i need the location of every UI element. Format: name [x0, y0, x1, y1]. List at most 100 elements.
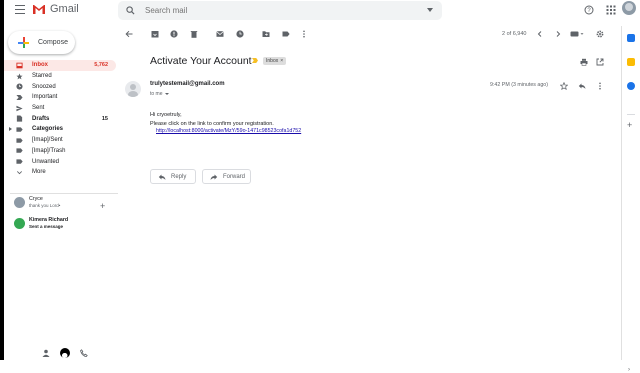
avatar — [14, 218, 25, 229]
search-options-icon[interactable] — [427, 8, 433, 12]
contacts-icon[interactable] — [42, 349, 50, 357]
email-body: Hi cryoetruly, Please click on the link … — [150, 111, 274, 128]
hangout-contact[interactable]: Cryce thank you Lord• — [14, 196, 114, 214]
sidebar-nav: Inbox 5,762 Starred Snoozed Important Sent Dra… — [4, 60, 116, 178]
important-icon — [16, 94, 23, 100]
delete-icon[interactable] — [190, 30, 198, 38]
sender-avatar[interactable] — [125, 81, 141, 97]
body-greeting: Hi cryoetruly, — [150, 112, 182, 118]
label-icon — [16, 137, 23, 143]
phone-icon[interactable] — [80, 349, 88, 357]
compose-label: Compose — [38, 39, 68, 46]
get-addons-plus-icon[interactable]: + — [627, 120, 632, 130]
recipient-details[interactable]: to me — [150, 91, 169, 97]
search-icon[interactable] — [126, 6, 135, 15]
input-tools-icon[interactable] — [570, 30, 584, 38]
sidebar-item-count: 5,762 — [94, 62, 108, 69]
remove-label-icon[interactable]: × — [280, 58, 283, 64]
inbox-icon — [16, 62, 23, 69]
body-instruction: Please click on the link to confirm your… — [150, 120, 274, 127]
archive-icon[interactable] — [151, 30, 159, 38]
hangout-name: Kimera Richard — [29, 217, 69, 223]
report-spam-icon[interactable] — [170, 30, 178, 38]
hangouts-chat-icon[interactable] — [60, 348, 70, 360]
recipient-dropdown-icon[interactable] — [164, 93, 169, 95]
star-icon[interactable] — [560, 82, 568, 90]
compose-plus-icon — [18, 37, 29, 48]
sidebar-item-important[interactable]: Important — [4, 92, 116, 103]
draft-icon — [16, 115, 23, 122]
chevron-down-icon — [17, 170, 22, 174]
sidebar-item-imap-trash[interactable]: [Imap]/Trash — [4, 146, 116, 157]
label-chip-text: Inbox — [266, 58, 279, 64]
forward-button[interactable]: Forward — [202, 169, 251, 184]
tasks-icon[interactable] — [627, 82, 635, 90]
message-view: 2 of 6,940 Activate Your Account Inbox ×… — [119, 26, 621, 360]
clock-icon — [16, 83, 23, 90]
sidebar-item-categories[interactable]: Categories — [4, 124, 116, 135]
expand-arrow-icon[interactable] — [9, 127, 12, 132]
sidebar-item-count: 15 — [101, 115, 108, 122]
mark-unread-icon[interactable] — [216, 30, 224, 38]
chat-bottom-bar — [42, 348, 88, 360]
avatar — [14, 197, 25, 208]
more-vertical-icon[interactable] — [300, 30, 308, 38]
help-icon[interactable]: ? — [584, 5, 594, 15]
forward-label: Forward — [223, 173, 246, 180]
sidebar-item-more[interactable]: More — [4, 167, 116, 178]
recipient-label: to me — [150, 91, 163, 97]
sidebar-item-imap-sent[interactable]: [Imap]/Sent — [4, 135, 116, 146]
sidebar-item-sent[interactable]: Sent — [4, 103, 116, 114]
sidebar-item-label: Categories — [32, 126, 64, 133]
print-icon[interactable] — [580, 58, 588, 66]
inbox-label-chip[interactable]: Inbox × — [263, 57, 287, 65]
sidebar-item-snoozed[interactable]: Snoozed — [4, 81, 116, 92]
sidebar-item-label: Inbox — [32, 62, 48, 69]
more-options-icon[interactable] — [596, 82, 604, 90]
open-new-window-icon[interactable] — [596, 58, 604, 66]
sidebar: Compose Inbox 5,762 Starred Snoozed Importan… — [4, 26, 118, 360]
label-icon — [16, 127, 23, 132]
sidebar-item-label: Important — [32, 94, 58, 101]
snooze-icon[interactable] — [236, 30, 244, 38]
main-menu-icon[interactable] — [15, 5, 25, 14]
new-chat-plus-icon[interactable]: + — [100, 201, 105, 211]
top-bar: Gmail ? — [4, 0, 640, 20]
hangout-contact[interactable]: Kimera Richard Sent a message — [14, 217, 114, 235]
search-bar[interactable] — [118, 1, 442, 20]
sidebar-item-drafts[interactable]: Drafts 15 — [4, 113, 116, 124]
settings-gear-icon[interactable] — [596, 30, 604, 38]
apps-grid-icon[interactable] — [606, 5, 616, 15]
star-icon — [16, 73, 23, 79]
side-panel-divider — [627, 114, 635, 115]
move-to-icon[interactable] — [262, 30, 270, 38]
hide-panel-chevron-icon[interactable]: › — [628, 367, 630, 373]
older-chevron-right-icon[interactable] — [554, 30, 562, 38]
message-counter: 2 of 6,940 — [502, 31, 527, 37]
send-icon — [16, 105, 23, 111]
search-input[interactable] — [145, 6, 405, 15]
account-avatar[interactable] — [622, 1, 636, 15]
importance-marker-icon[interactable] — [252, 58, 258, 63]
sidebar-item-label: [Imap]/Sent — [32, 137, 63, 144]
calendar-icon[interactable] — [627, 34, 635, 42]
sender-email[interactable]: trulytestemail@gmail.com — [150, 81, 225, 87]
compose-button[interactable]: Compose — [8, 31, 75, 54]
labels-icon[interactable] — [282, 30, 290, 38]
sidebar-item-label: Starred — [32, 73, 52, 80]
reply-icon[interactable] — [578, 82, 586, 90]
newer-chevron-left-icon[interactable] — [536, 30, 544, 38]
email-timestamp: 9:42 PM (3 minutes ago) — [490, 82, 548, 88]
sidebar-item-label: Unwanted — [32, 158, 60, 165]
gmail-logo[interactable]: Gmail — [32, 3, 79, 15]
sidebar-item-inbox[interactable]: Inbox 5,762 — [4, 60, 116, 71]
sidebar-item-starred[interactable]: Starred — [4, 71, 116, 82]
sidebar-item-unwanted[interactable]: Unwanted — [4, 156, 116, 167]
back-arrow-icon[interactable] — [125, 30, 133, 38]
keep-icon[interactable] — [627, 58, 635, 66]
hangout-name: Cryce — [29, 196, 43, 202]
sidebar-item-label: [Imap]/Trash — [32, 147, 66, 154]
reply-label: Reply — [171, 173, 187, 180]
reply-button[interactable]: Reply — [150, 169, 196, 184]
activation-link[interactable]: http://localhost:8000/activate/MzY/59o-1… — [156, 128, 301, 134]
